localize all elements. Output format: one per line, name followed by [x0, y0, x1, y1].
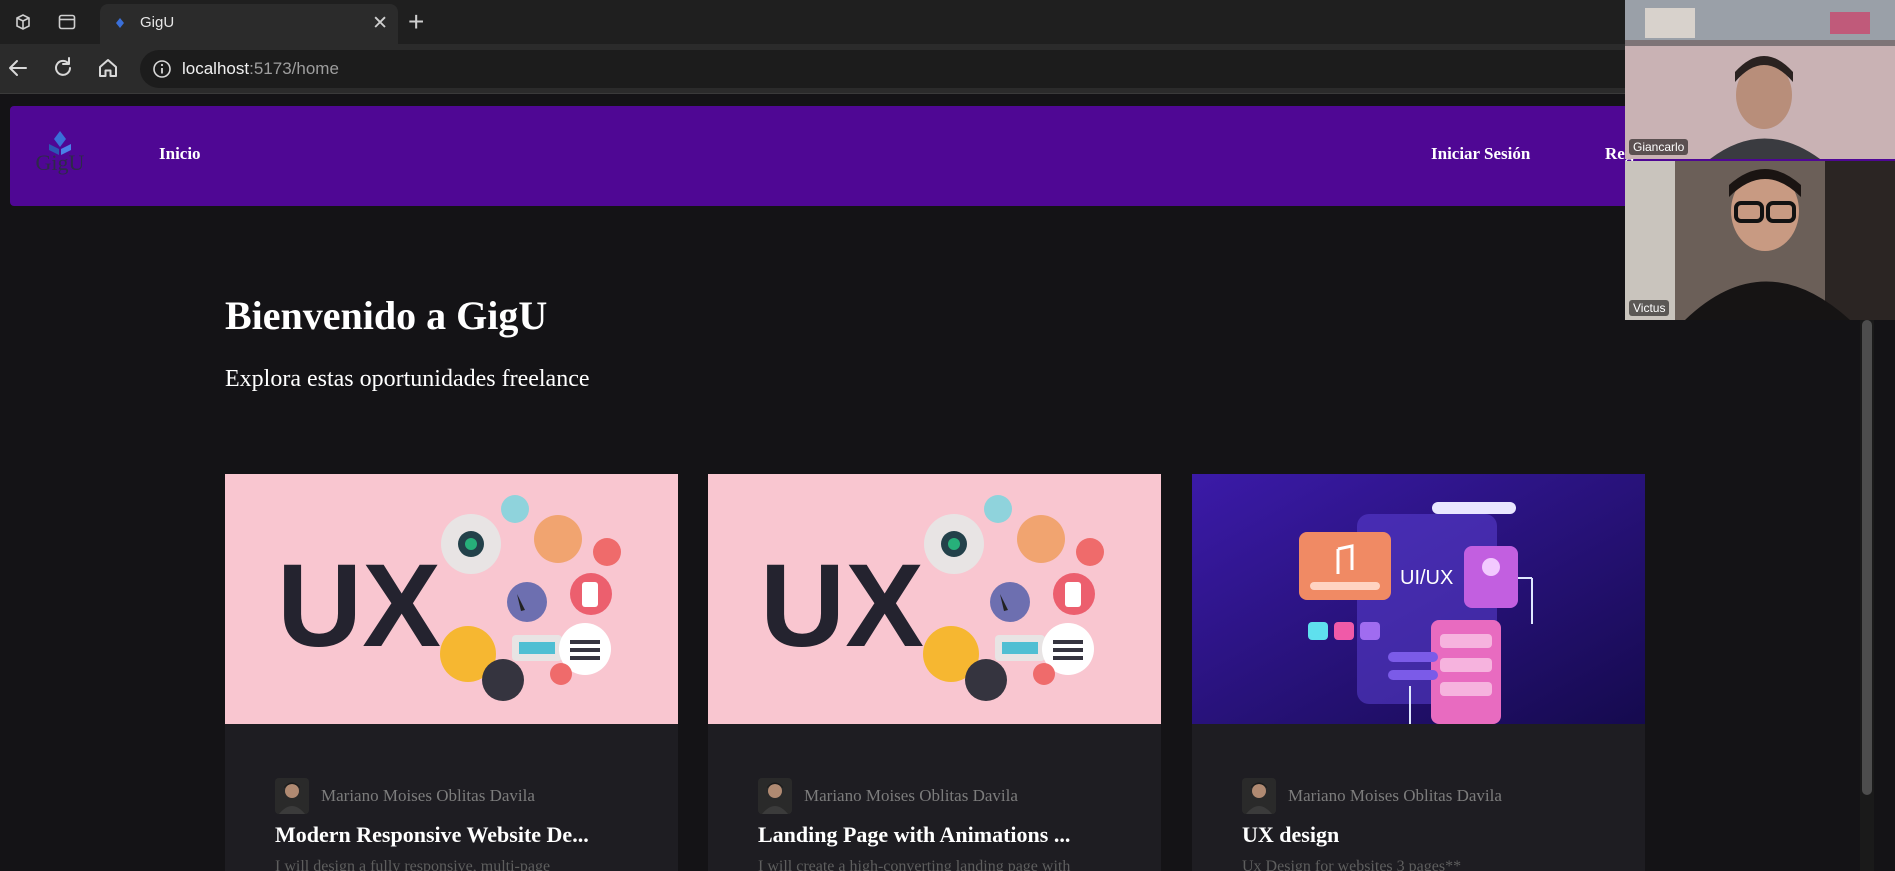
uiux-image-caption: UI/UX: [1400, 567, 1453, 589]
refresh-icon[interactable]: [50, 55, 76, 81]
hero-subtitle: Explora estas oportunidades freelance: [225, 366, 590, 392]
author-name: Mariano Moises Oblitas Davila: [1288, 786, 1502, 805]
gig-card[interactable]: UX Mariano Moises Oblitas Davila Landing…: [708, 474, 1161, 871]
active-tab[interactable]: GigU ✕: [100, 4, 398, 44]
url-text: localhost:5173/home: [182, 59, 339, 79]
ux-image-caption: UX: [760, 540, 924, 672]
nav-link-login[interactable]: Iniciar Sesión: [1431, 144, 1530, 164]
tab-actions-icon[interactable]: [56, 11, 78, 33]
close-tab-icon[interactable]: ✕: [372, 14, 388, 33]
participant-name: Victus: [1629, 300, 1670, 316]
card-description: I will design a fully responsive, multi-…: [275, 858, 551, 871]
author-name: Mariano Moises Oblitas Davila: [321, 786, 535, 805]
card-description: I will create a high-converting landing …: [758, 858, 1071, 871]
participant-video: [1625, 0, 1895, 159]
scrollbar-thumb[interactable]: [1862, 320, 1872, 795]
participant-name: Giancarlo: [1629, 139, 1689, 155]
video-tile-participant[interactable]: Victus: [1625, 161, 1895, 320]
home-icon[interactable]: [95, 55, 121, 81]
url-path: :5173/home: [249, 59, 339, 78]
page-scrollbar[interactable]: [1860, 320, 1874, 871]
card-title[interactable]: UX design: [1242, 822, 1602, 848]
browser-toolbar: localhost:5173/home: [0, 44, 1895, 94]
hero-title: Bienvenido a GigU: [225, 293, 548, 338]
author-avatar: [275, 778, 309, 814]
gig-card[interactable]: UX Mariano Moises Oblitas Davila Modern …: [225, 474, 678, 871]
site-navbar: GigU Inicio Iniciar Sesión Registrarse: [10, 106, 1895, 206]
logo-text: GigU: [35, 150, 85, 175]
author-avatar: [1242, 778, 1276, 814]
gig-card-image: UI/UX: [1192, 474, 1645, 724]
gig-card-image: UX: [708, 474, 1161, 724]
site-info-icon[interactable]: [152, 59, 172, 79]
video-tile-participant[interactable]: Giancarlo: [1625, 0, 1895, 159]
card-description: Ux Design for websites 3 pages**: [1242, 858, 1462, 871]
author-avatar: [758, 778, 792, 814]
ux-image-caption: UX: [277, 540, 441, 672]
nav-link-inicio[interactable]: Inicio: [159, 144, 201, 164]
card-title[interactable]: Modern Responsive Website De...: [275, 822, 635, 848]
back-icon[interactable]: [5, 55, 31, 81]
participant-video: [1625, 161, 1895, 320]
url-host: localhost: [182, 59, 250, 78]
tab-title: GigU: [140, 14, 175, 31]
favicon-icon: [116, 18, 124, 28]
card-title[interactable]: Landing Page with Animations ...: [758, 822, 1118, 848]
toolbar-divider: [0, 93, 1895, 94]
browser-tab-strip: GigU ✕ +: [0, 0, 1895, 44]
gig-card-image: UX: [225, 474, 678, 724]
new-tab-icon[interactable]: +: [408, 8, 424, 36]
address-bar[interactable]: localhost:5173/home: [140, 50, 1650, 88]
gig-card[interactable]: UI/UX Mariano Moises Oblitas Davila UX d…: [1192, 474, 1645, 871]
workspaces-icon[interactable]: [12, 11, 34, 33]
author-name: Mariano Moises Oblitas Davila: [804, 786, 1018, 805]
